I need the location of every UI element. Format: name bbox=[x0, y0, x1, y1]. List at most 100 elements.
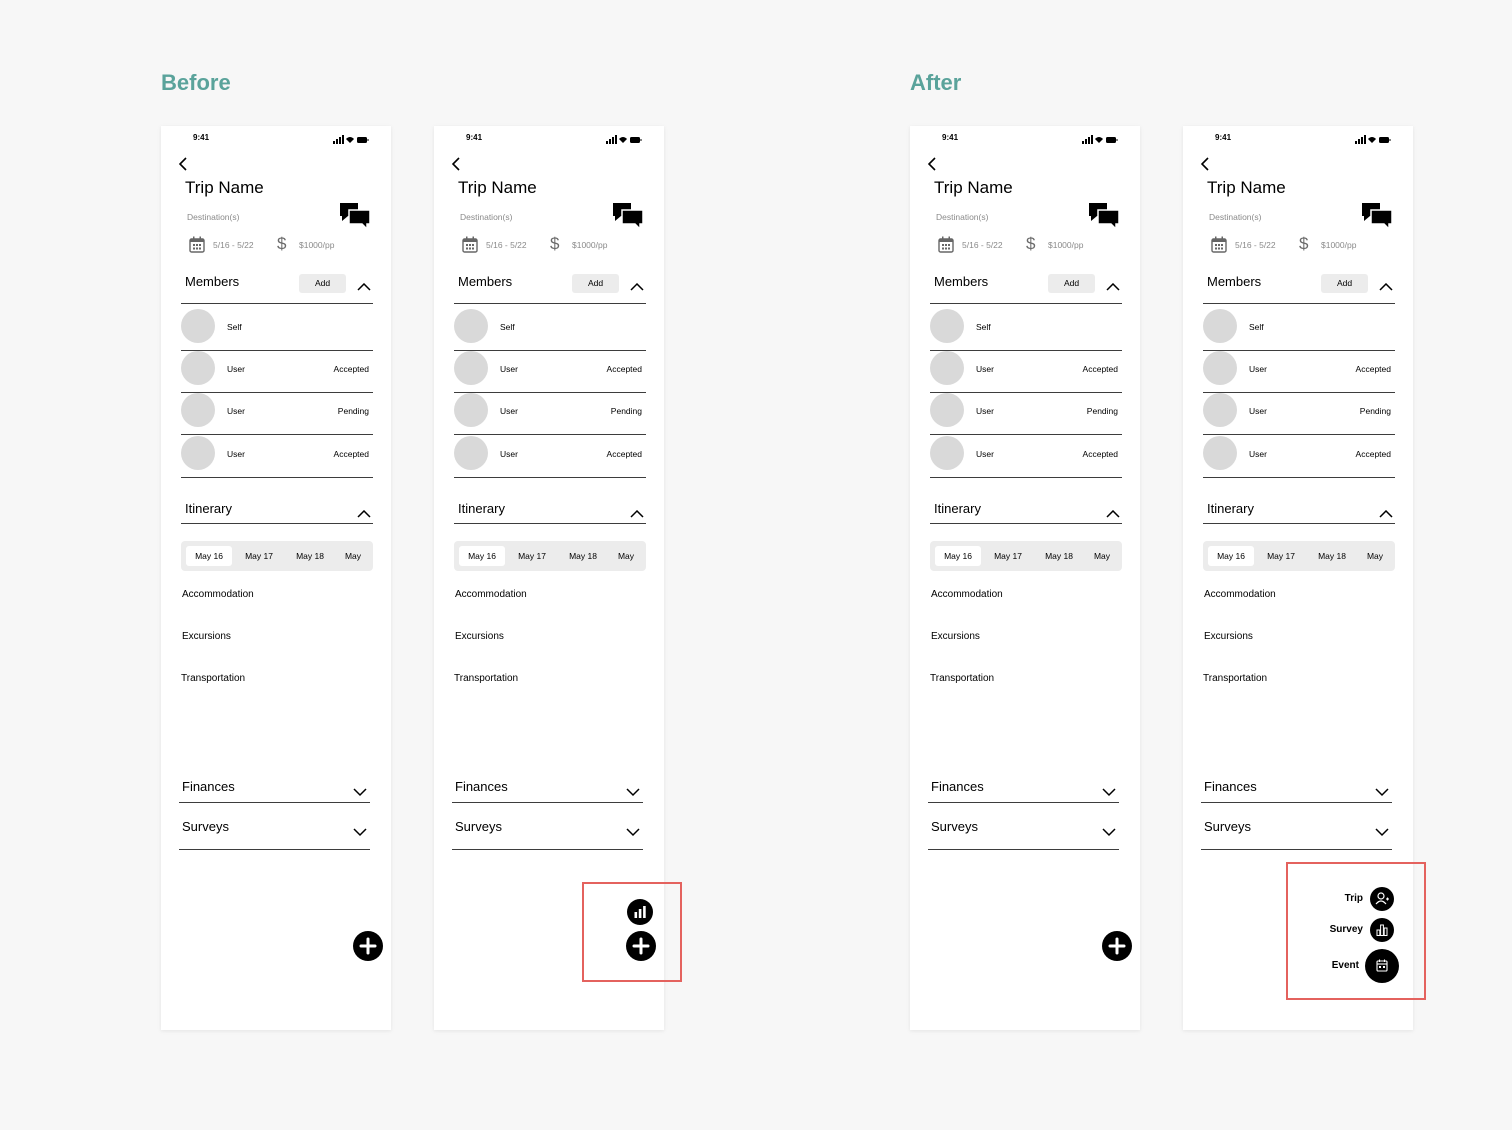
members-collapse-chevron-icon[interactable] bbox=[357, 279, 371, 297]
chat-icon[interactable] bbox=[1361, 202, 1393, 235]
members-collapse-chevron-icon[interactable] bbox=[630, 279, 644, 297]
finances-section-title[interactable]: Finances bbox=[1204, 779, 1257, 794]
itinerary-category[interactable]: Transportation bbox=[454, 673, 518, 684]
finances-expand-chevron-icon[interactable] bbox=[353, 784, 367, 802]
chat-icon[interactable] bbox=[339, 202, 371, 235]
surveys-expand-chevron-icon[interactable] bbox=[626, 824, 640, 842]
day-tab[interactable]: May 18 bbox=[560, 546, 606, 566]
surveys-expand-chevron-icon[interactable] bbox=[1102, 824, 1116, 842]
itinerary-category[interactable]: Accommodation bbox=[182, 589, 254, 600]
member-row[interactable]: Self bbox=[1203, 309, 1395, 351]
member-status: Pending bbox=[610, 406, 642, 416]
member-row[interactable]: User Accepted bbox=[930, 351, 1122, 393]
members-divider bbox=[454, 303, 646, 304]
member-row[interactable]: User Accepted bbox=[181, 351, 373, 393]
day-tab[interactable]: May 17 bbox=[1258, 546, 1304, 566]
avatar bbox=[1203, 351, 1237, 385]
surveys-section-title[interactable]: Surveys bbox=[1204, 819, 1251, 834]
back-chevron-icon[interactable] bbox=[927, 157, 938, 176]
member-status: Pending bbox=[337, 406, 369, 416]
itinerary-collapse-chevron-icon[interactable] bbox=[630, 506, 644, 524]
add-member-button[interactable]: Add bbox=[1321, 274, 1368, 293]
finances-expand-chevron-icon[interactable] bbox=[1102, 784, 1116, 802]
surveys-section-title[interactable]: Surveys bbox=[931, 819, 978, 834]
dollar-icon: $ bbox=[550, 234, 560, 253]
add-fab-plus-icon[interactable] bbox=[1102, 931, 1132, 961]
itinerary-category[interactable]: Excursions bbox=[182, 631, 231, 642]
day-tab[interactable]: May 17 bbox=[236, 546, 282, 566]
itinerary-category[interactable]: Accommodation bbox=[455, 589, 527, 600]
finances-section-title[interactable]: Finances bbox=[931, 779, 984, 794]
surveys-expand-chevron-icon[interactable] bbox=[1375, 824, 1389, 842]
day-tab[interactable]: May bbox=[338, 546, 368, 566]
members-collapse-chevron-icon[interactable] bbox=[1106, 279, 1120, 297]
itinerary-collapse-chevron-icon[interactable] bbox=[1379, 506, 1393, 524]
member-status: Accepted bbox=[1355, 449, 1391, 459]
itinerary-category[interactable]: Transportation bbox=[1203, 673, 1267, 684]
add-member-button[interactable]: Add bbox=[572, 274, 619, 293]
chat-icon[interactable] bbox=[612, 202, 644, 235]
member-row[interactable]: User Pending bbox=[454, 393, 646, 435]
surveys-expand-chevron-icon[interactable] bbox=[353, 824, 367, 842]
finances-expand-chevron-icon[interactable] bbox=[1375, 784, 1389, 802]
itinerary-collapse-chevron-icon[interactable] bbox=[1106, 506, 1120, 524]
itinerary-category[interactable]: Excursions bbox=[455, 631, 504, 642]
chat-icon[interactable] bbox=[1088, 202, 1120, 235]
itinerary-category[interactable]: Accommodation bbox=[1204, 589, 1276, 600]
add-member-button[interactable]: Add bbox=[1048, 274, 1095, 293]
member-row[interactable]: User Accepted bbox=[930, 436, 1122, 478]
finances-divider bbox=[179, 802, 370, 803]
day-tab[interactable]: May 18 bbox=[1036, 546, 1082, 566]
avatar bbox=[454, 351, 488, 385]
member-row[interactable]: User Pending bbox=[1203, 393, 1395, 435]
back-chevron-icon[interactable] bbox=[451, 157, 462, 176]
surveys-section-title[interactable]: Surveys bbox=[182, 819, 229, 834]
itinerary-category[interactable]: Transportation bbox=[930, 673, 994, 684]
member-row[interactable]: Self bbox=[454, 309, 646, 351]
finances-section-title[interactable]: Finances bbox=[182, 779, 235, 794]
member-row[interactable]: User Accepted bbox=[181, 436, 373, 478]
day-tab[interactable]: May bbox=[1360, 546, 1390, 566]
day-tab[interactable]: May 16 bbox=[935, 546, 981, 566]
day-tab[interactable]: May 17 bbox=[509, 546, 555, 566]
avatar bbox=[1203, 436, 1237, 470]
member-row[interactable]: Self bbox=[930, 309, 1122, 351]
day-tab[interactable]: May bbox=[1087, 546, 1117, 566]
finances-expand-chevron-icon[interactable] bbox=[626, 784, 640, 802]
day-tab[interactable]: May 18 bbox=[1309, 546, 1355, 566]
itinerary-category[interactable]: Accommodation bbox=[931, 589, 1003, 600]
member-name: User bbox=[500, 406, 518, 416]
itinerary-category[interactable]: Excursions bbox=[1204, 631, 1253, 642]
members-section-title: Members bbox=[934, 274, 989, 289]
finances-section-title[interactable]: Finances bbox=[455, 779, 508, 794]
after-highlight-box bbox=[1286, 862, 1426, 1000]
itinerary-category[interactable]: Excursions bbox=[931, 631, 980, 642]
day-tab[interactable]: May 16 bbox=[186, 546, 232, 566]
day-tab[interactable]: May 16 bbox=[1208, 546, 1254, 566]
member-row-divider bbox=[1203, 434, 1395, 435]
day-tab[interactable]: May bbox=[611, 546, 641, 566]
add-fab-plus-icon[interactable] bbox=[353, 931, 383, 961]
surveys-divider bbox=[179, 849, 370, 850]
back-chevron-icon[interactable] bbox=[1200, 157, 1211, 176]
date-range: 5/16 - 5/22 bbox=[1235, 240, 1276, 250]
itinerary-section-title: Itinerary bbox=[1207, 501, 1254, 516]
back-chevron-icon[interactable] bbox=[178, 157, 189, 176]
destination-label: Destination(s) bbox=[460, 212, 513, 222]
day-tab[interactable]: May 16 bbox=[459, 546, 505, 566]
destination-label: Destination(s) bbox=[936, 212, 989, 222]
member-row[interactable]: User Accepted bbox=[454, 351, 646, 393]
member-row[interactable]: User Pending bbox=[930, 393, 1122, 435]
member-row[interactable]: User Pending bbox=[181, 393, 373, 435]
surveys-section-title[interactable]: Surveys bbox=[455, 819, 502, 834]
add-member-button[interactable]: Add bbox=[299, 274, 346, 293]
members-collapse-chevron-icon[interactable] bbox=[1379, 279, 1393, 297]
member-row[interactable]: User Accepted bbox=[1203, 436, 1395, 478]
member-row[interactable]: Self bbox=[181, 309, 373, 351]
day-tab[interactable]: May 17 bbox=[985, 546, 1031, 566]
itinerary-category[interactable]: Transportation bbox=[181, 673, 245, 684]
itinerary-collapse-chevron-icon[interactable] bbox=[357, 506, 371, 524]
member-row[interactable]: User Accepted bbox=[454, 436, 646, 478]
member-row[interactable]: User Accepted bbox=[1203, 351, 1395, 393]
day-tab[interactable]: May 18 bbox=[287, 546, 333, 566]
